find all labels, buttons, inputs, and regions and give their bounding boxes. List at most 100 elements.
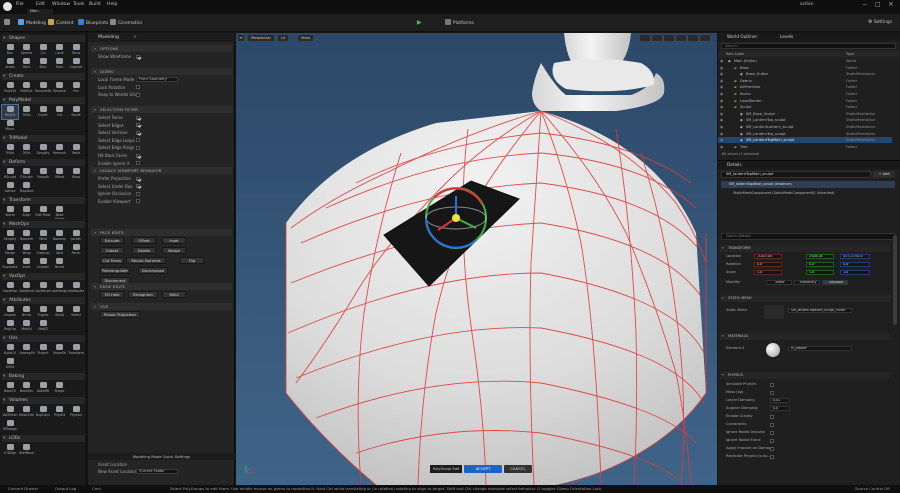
tool-disc[interactable]: Disc <box>35 57 51 71</box>
close-tab-icon[interactable]: × <box>133 35 137 40</box>
cancel-button[interactable]: CANCEL <box>504 465 532 473</box>
option-checkbox[interactable] <box>136 199 140 204</box>
outliner-row[interactable]: ◉ ▰ Sculpt Folder <box>718 104 892 110</box>
component-root[interactable]: SM_lanternTopMain_sculpt (Instance) <box>721 181 895 188</box>
tool-boolean[interactable]: Boolean <box>52 229 68 243</box>
blueprints-button[interactable]: Blueprints <box>78 19 108 26</box>
mobility-static[interactable]: Static <box>766 280 792 285</box>
viewport-grid-icon[interactable] <box>676 35 686 41</box>
tool-autouv[interactable]: AutoUV <box>2 343 18 357</box>
tool-vsculpt[interactable]: VSculpt <box>2 167 18 181</box>
tool-spassign[interactable]: SPAssign <box>2 419 18 433</box>
tool-stair[interactable]: Stair <box>52 57 68 71</box>
palette-category-uvs[interactable]: UVs <box>2 335 85 342</box>
option-checkbox[interactable] <box>136 123 140 128</box>
rotation-y-field[interactable]: 0.0° <box>806 262 834 267</box>
option-checkbox[interactable] <box>136 138 140 143</box>
tool-split[interactable]: Split <box>52 243 68 257</box>
tool-polygrp[interactable]: PolyGrp <box>2 319 18 333</box>
physics-checkbox[interactable] <box>770 422 774 427</box>
tool-physics[interactable]: Physics <box>68 405 84 419</box>
tool-select[interactable]: Select <box>68 305 84 319</box>
mobility-movable[interactable]: Movable <box>822 280 848 285</box>
details-search-input[interactable]: Search Details <box>721 233 895 240</box>
visibility-eye-icon[interactable]: ◉ <box>720 111 723 117</box>
rotation-z-field[interactable]: 0.0° <box>840 262 870 267</box>
edge-btn-fill-hole[interactable]: Fill Hole <box>100 291 124 298</box>
palette-category-trimodel[interactable]: TriModel <box>2 135 85 142</box>
tool-mesh2vol[interactable]: Mesh2Vol <box>19 405 35 419</box>
scale-x-field[interactable]: 1.0 <box>754 270 782 275</box>
save-button[interactable] <box>4 19 12 26</box>
visibility-eye-icon[interactable]: ◉ <box>720 58 723 64</box>
physics-checkbox[interactable] <box>770 438 774 443</box>
tool-remesh[interactable]: Remesh <box>19 229 35 243</box>
tool-nrmls[interactable]: Nrmls <box>19 305 35 319</box>
materials-section[interactable]: MATERIALS <box>720 333 890 340</box>
physics-checkbox[interactable] <box>770 430 774 435</box>
mobility-stationary[interactable]: Stationary <box>794 280 820 285</box>
tool-align[interactable]: Align <box>19 205 35 219</box>
content-button[interactable]: Content <box>48 19 73 26</box>
outliner-row[interactable]: ◉ ▰ Rocks Folder <box>718 91 892 97</box>
static-mesh-section[interactable]: STATIC MESH <box>720 295 890 302</box>
asset-location-dropdown[interactable]: Current Folder <box>136 469 178 474</box>
tool-bake-xform[interactable]: Bake Xform <box>52 205 68 219</box>
content-drawer-button[interactable]: Content Drawer <box>8 485 38 493</box>
tool-vol2mesh[interactable]: Vol2Mesh <box>2 405 18 419</box>
tool-pathext[interactable]: PathExt <box>19 81 35 95</box>
location-x-field[interactable]: -3283.04 <box>754 254 782 259</box>
visibility-eye-icon[interactable]: ◉ <box>720 91 723 97</box>
scale-z-field[interactable]: 1.0 <box>840 270 870 275</box>
viewport-angle-icon[interactable] <box>688 35 698 41</box>
tool-baketx[interactable]: BakeTx <box>2 381 18 395</box>
option-checkbox[interactable] <box>136 115 140 120</box>
viewport-btn-show[interactable]: Show <box>298 35 314 41</box>
tool-seamed[interactable]: SeamEd <box>52 343 68 357</box>
physics-section[interactable]: PHYSICS <box>720 372 890 379</box>
outliner-row[interactable]: ◉ ▰ Debris Folder <box>718 78 892 84</box>
section-edge-edits[interactable]: EDGE EDITS <box>91 283 232 290</box>
outliner-row[interactable]: ◉ ◆ SM_LanternLantern_sculpt StaticMeshActo… <box>718 124 892 130</box>
outliner-row[interactable]: ◉ ◆ SM_LanternTop_sculpt StaticMeshActor <box>718 131 892 137</box>
location-y-field[interactable]: 3108.04 <box>806 254 834 259</box>
maximize-icon[interactable]: □ <box>875 1 881 8</box>
tool-bspconv[interactable]: BspConv <box>35 405 51 419</box>
outliner-row[interactable]: ◉ ▰ AllPrimitive Folder <box>718 84 892 90</box>
tool-simplify[interactable]: Simplify <box>2 229 18 243</box>
tool-mated[interactable]: MatEd <box>19 319 35 333</box>
viewport-rotate-icon[interactable] <box>652 35 662 41</box>
tool-revolveboundary[interactable]: RevolveBoundary <box>35 81 51 95</box>
visibility-eye-icon[interactable]: ◉ <box>720 104 723 110</box>
visibility-eye-icon[interactable]: ◉ <box>720 65 723 71</box>
tool-nrmls[interactable]: Nrmls <box>52 257 68 271</box>
tool-dsculpt[interactable]: DSculpt <box>19 167 35 181</box>
face-btn-inset[interactable]: Inset <box>162 237 186 244</box>
visibility-eye-icon[interactable]: ◉ <box>720 144 723 150</box>
face-btn-merge[interactable]: Merge <box>162 247 186 254</box>
tool-project[interactable]: Project <box>35 343 51 357</box>
viewport-btn-perspective[interactable]: Perspective <box>248 35 274 41</box>
settings-button[interactable]: ⚙ Settings <box>868 19 892 25</box>
option-checkbox[interactable] <box>136 85 140 90</box>
tool-torus[interactable]: Torus <box>68 43 84 57</box>
tool-voxblend[interactable]: VoxBlend <box>19 281 35 295</box>
physics-checkbox[interactable] <box>770 414 774 419</box>
palette-category-lods[interactable]: LODs <box>2 435 85 442</box>
section-viewport[interactable]: LEGACY VIEWPORT BEHAVIOR <box>91 167 232 174</box>
scale-y-field[interactable]: 1.0 <box>806 270 834 275</box>
face-btn-retriangulate[interactable]: Retriangulate <box>100 267 130 274</box>
outliner-row[interactable]: ◉ ◆ SM_LanternTop_sculpt StaticMeshActor <box>718 117 892 123</box>
tool-transform[interactable]: Transform <box>68 343 84 357</box>
tool-cone[interactable]: Cone <box>52 43 68 57</box>
tool-physed[interactable]: PhysEd <box>52 405 68 419</box>
tool-sphere[interactable]: Sphere <box>19 43 35 57</box>
viewport-translate-icon[interactable] <box>640 35 650 41</box>
tool-xform[interactable]: Xform <box>2 205 18 219</box>
tool-lodmgr[interactable]: LODMgr <box>2 443 18 457</box>
palette-category-transform[interactable]: Transform <box>2 197 85 204</box>
tool-weld[interactable]: Weld <box>35 229 51 243</box>
face-btn-offset[interactable]: Offset <box>132 237 156 244</box>
col-label-header[interactable]: Item Label <box>726 51 744 57</box>
tool-polyed[interactable]: PolyEd <box>1 104 19 120</box>
